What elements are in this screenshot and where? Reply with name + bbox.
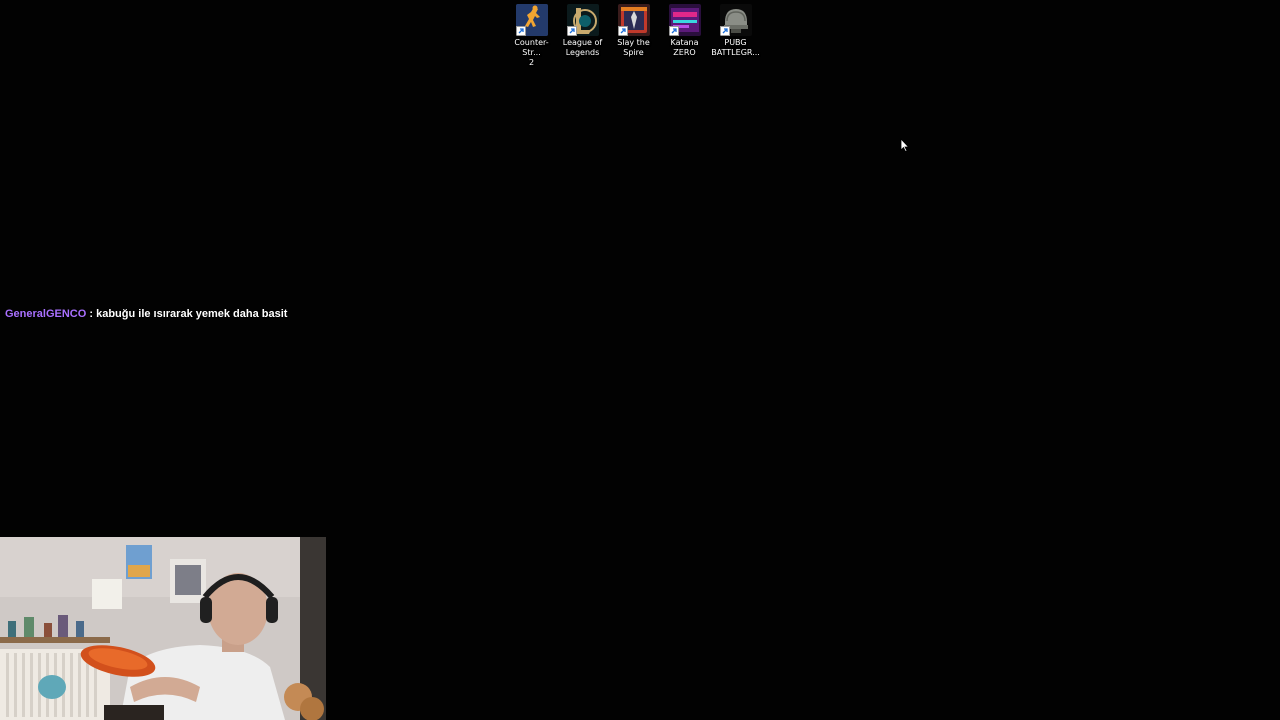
desktop-icon-league-of-legends[interactable]: League of Legends — [557, 4, 608, 68]
desktop: Counter-Str... 2 League of Legends Slay … — [0, 0, 1280, 720]
counter-strike-icon — [515, 4, 548, 36]
desktop-icon-katana-zero[interactable]: Katana ZERO — [659, 4, 710, 68]
pubg-icon — [719, 4, 752, 36]
desktop-icon-label: Slay the Spire — [617, 38, 650, 57]
desktop-icon-pubg[interactable]: PUBG BATTLEGR... — [710, 4, 761, 68]
desktop-icon-counter-strike-2[interactable]: Counter-Str... 2 — [506, 4, 557, 68]
desktop-icon-label: Katana ZERO — [670, 38, 699, 57]
desktop-icon-row: Counter-Str... 2 League of Legends Slay … — [506, 4, 761, 68]
shortcut-arrow-icon — [566, 26, 577, 36]
shortcut-arrow-icon — [719, 26, 730, 36]
desktop-icon-label: PUBG BATTLEGR... — [711, 38, 760, 57]
chat-message: GeneralGENCO : kabuğu ile ısırarak yemek… — [5, 308, 287, 320]
webcam-overlay — [0, 537, 326, 720]
shortcut-arrow-icon — [617, 26, 628, 36]
desktop-icon-label: Counter-Str... 2 — [514, 38, 549, 67]
katana-zero-icon — [668, 4, 701, 36]
league-of-legends-icon — [566, 4, 599, 36]
chat-message-text: kabuğu ile ısırarak yemek daha basit — [96, 308, 288, 320]
mouse-cursor-icon — [900, 137, 910, 153]
desktop-icon-slay-the-spire[interactable]: Slay the Spire — [608, 4, 659, 68]
chat-separator: : — [86, 308, 97, 320]
desktop-icon-label: League of Legends — [562, 38, 603, 57]
slay-the-spire-icon — [617, 4, 650, 36]
shortcut-arrow-icon — [515, 26, 526, 36]
shortcut-arrow-icon — [668, 26, 679, 36]
chat-username: GeneralGENCO — [5, 308, 87, 320]
